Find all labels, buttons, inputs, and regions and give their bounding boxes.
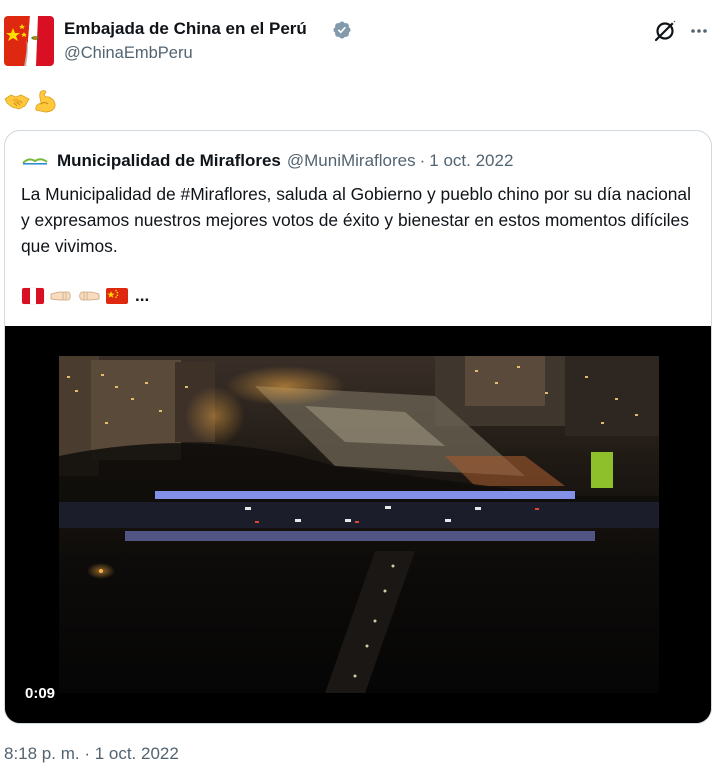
quoted-tweet-card[interactable]: Municipalidad de Miraflores @MuniMiraflo…: [4, 130, 712, 724]
quoted-tweet-text: La Municipalidad de #Miraflores, saluda …: [21, 184, 691, 256]
video-duration-badge: 0:09: [21, 682, 60, 706]
china-peru-flags-avatar-icon: [4, 16, 54, 66]
quoted-trailing-emojis: ...: [21, 285, 149, 307]
miraflores-logo-icon: [21, 155, 49, 167]
handshake-emoji-icon: [4, 94, 30, 110]
author-avatar[interactable]: [4, 16, 54, 66]
grok-button[interactable]: [652, 18, 678, 44]
fist-bump-left-emoji-icon: [50, 291, 71, 301]
quoted-video-player[interactable]: 0:09: [5, 326, 711, 723]
quoted-author-handle[interactable]: @MuniMiraflores: [287, 151, 416, 171]
verified-badge-icon: [332, 20, 352, 40]
more-dots-icon: [691, 29, 707, 33]
tweet-header: Embajada de China en el Perú @ChinaEmbPe…: [0, 0, 716, 80]
quoted-author-name[interactable]: Municipalidad de Miraflores: [57, 151, 281, 171]
flexed-biceps-emoji-icon: [35, 90, 56, 113]
tweet-body-emojis: [4, 88, 58, 114]
night-aerial-city-video-icon: [5, 326, 711, 723]
tweet-timestamp[interactable]: 8:18 p. m. · 1 oct. 2022: [4, 744, 179, 764]
peru-flag-emoji-icon: [21, 287, 45, 305]
quoted-tweet-header: Municipalidad de Miraflores @MuniMiraflo…: [21, 149, 513, 173]
more-options-button[interactable]: [688, 18, 710, 44]
fist-bump-right-emoji-icon: [79, 291, 100, 301]
grok-icon: [654, 20, 676, 42]
author-handle[interactable]: @ChinaEmbPeru: [64, 44, 193, 63]
author-name[interactable]: Embajada de China en el Perú: [64, 19, 307, 39]
quoted-author-avatar[interactable]: [21, 151, 49, 171]
quoted-ellipsis: ...: [135, 286, 150, 305]
quoted-separator: ·: [419, 151, 426, 170]
china-flag-emoji-icon: [106, 288, 128, 304]
quoted-date[interactable]: 1 oct. 2022: [429, 151, 513, 171]
